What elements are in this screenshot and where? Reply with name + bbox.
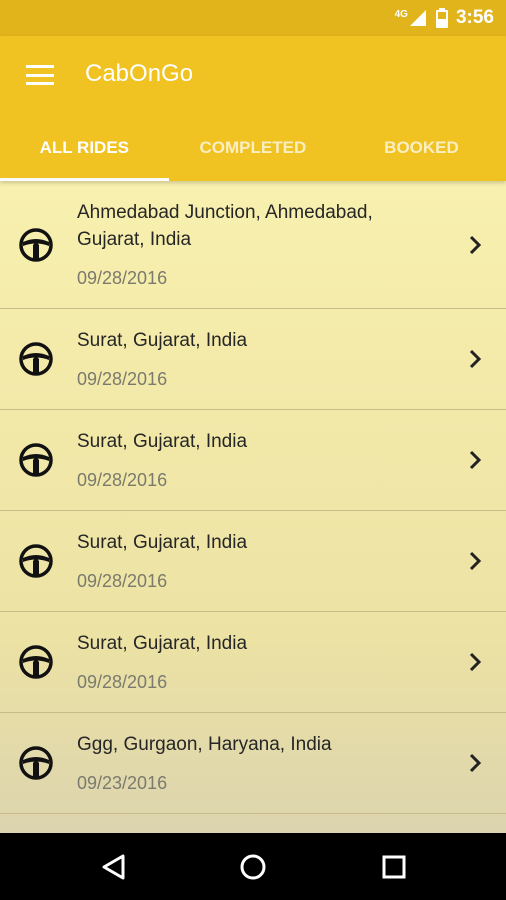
ride-address: Surat, Gujarat, India <box>77 633 248 654</box>
menu-icon[interactable] <box>22 62 58 88</box>
steering-wheel-icon <box>19 228 53 262</box>
ride-item[interactable]: Ggg, Gurgaon, Haryana, India 09/23/2016 <box>0 713 506 814</box>
tab-booked[interactable]: BOOKED <box>337 129 506 181</box>
back-icon[interactable] <box>96 849 132 885</box>
ride-list[interactable]: Ahmedabad Junction, Ahmedabad, Gujarat, … <box>0 181 506 833</box>
ride-date: 09/28/2016 <box>77 268 168 288</box>
ride-address: Ahmedabad Junction, Ahmedabad, Gujarat, … <box>77 202 373 250</box>
ride-item[interactable]: Ahmedabad Junction, Ahmedabad, Gujarat, … <box>0 181 506 309</box>
tab-all-rides[interactable]: ALL RIDES <box>0 129 169 181</box>
steering-wheel-icon <box>19 645 53 679</box>
ride-address: Surat, Gujarat, India <box>77 532 248 553</box>
status-bar: 4G 3:56 <box>0 0 506 36</box>
system-nav-bar <box>0 833 506 900</box>
steering-wheel-icon <box>19 746 53 780</box>
chevron-right-icon <box>469 551 482 571</box>
ride-item[interactable]: Surat, Gujarat, India 09/28/2016 <box>0 410 506 511</box>
ride-date: 09/28/2016 <box>77 571 168 591</box>
app-bar: CabOnGo ALL RIDES COMPLETED BOOKED <box>0 36 506 181</box>
steering-wheel-icon <box>19 342 53 376</box>
app-title: CabOnGo <box>85 60 194 87</box>
chevron-right-icon <box>469 235 482 255</box>
ride-date: 09/23/2016 <box>77 773 168 793</box>
tab-completed[interactable]: COMPLETED <box>169 129 338 181</box>
tab-indicator <box>0 178 169 181</box>
tab-label: BOOKED <box>384 138 459 157</box>
ride-address: Surat, Gujarat, India <box>77 431 248 452</box>
chevron-right-icon <box>469 753 482 773</box>
ride-date: 09/28/2016 <box>77 369 168 389</box>
ride-address: Surat, Gujarat, India <box>77 330 248 351</box>
ride-item[interactable]: Surat, Gujarat, India 09/28/2016 <box>0 309 506 410</box>
steering-wheel-icon <box>19 443 53 477</box>
chevron-right-icon <box>469 349 482 369</box>
recents-icon[interactable] <box>376 849 412 885</box>
tab-bar: ALL RIDES COMPLETED BOOKED <box>0 129 506 181</box>
tab-label: COMPLETED <box>199 138 307 157</box>
battery-icon <box>435 8 448 28</box>
chevron-right-icon <box>469 652 482 672</box>
ride-date: 09/28/2016 <box>77 470 168 490</box>
tab-label: ALL RIDES <box>39 138 129 157</box>
ride-item[interactable]: Surat, Gujarat, India 09/28/2016 <box>0 612 506 713</box>
ride-date: 09/28/2016 <box>77 672 168 692</box>
network-type: 4G <box>394 8 408 20</box>
ride-address: Ggg, Gurgaon, Haryana, India <box>77 734 332 755</box>
ride-item[interactable]: Surat, Gujarat, India 09/28/2016 <box>0 511 506 612</box>
steering-wheel-icon <box>19 544 53 578</box>
home-icon[interactable] <box>235 849 271 885</box>
chevron-right-icon <box>469 450 482 470</box>
signal-icon <box>409 10 426 26</box>
status-time: 3:56 <box>455 7 494 28</box>
